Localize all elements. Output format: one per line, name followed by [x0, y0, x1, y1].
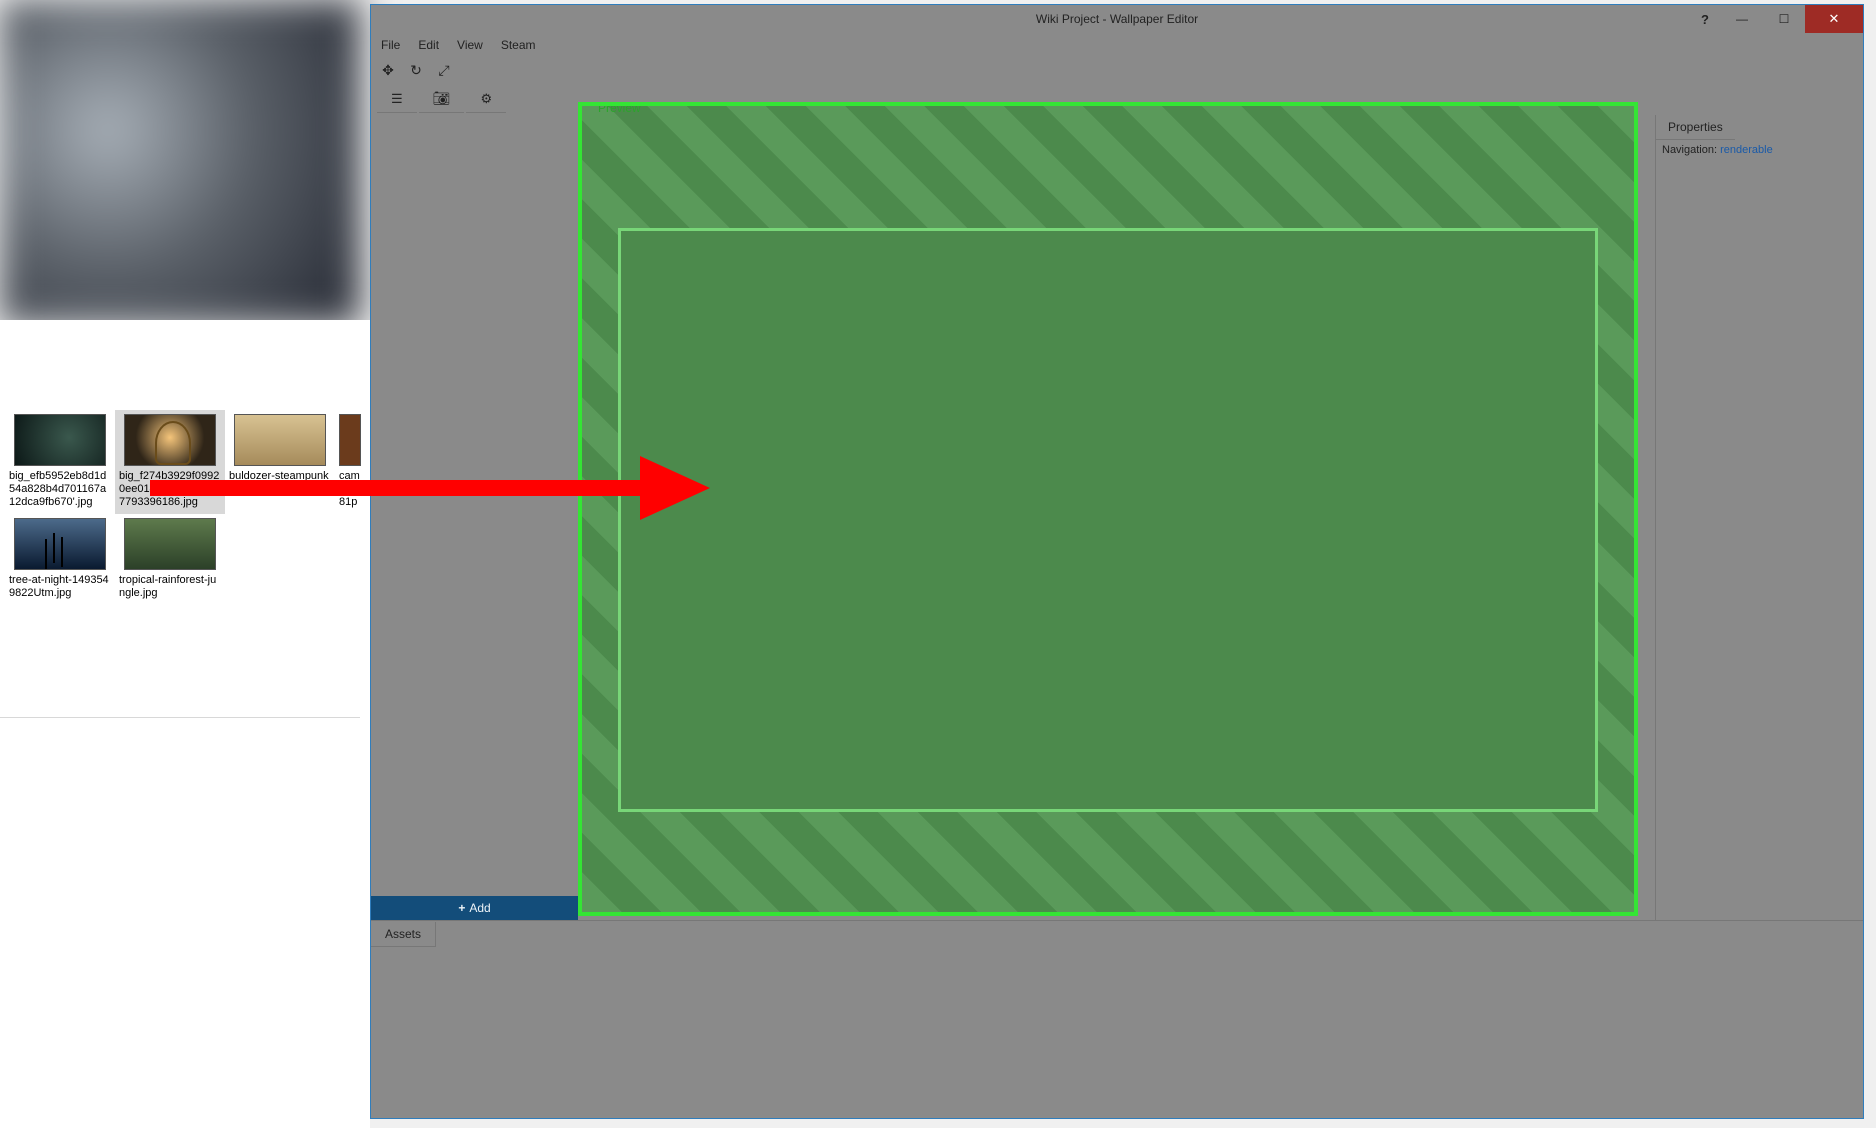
- menu-edit[interactable]: Edit: [418, 38, 439, 52]
- menu-bar: File Edit View Steam: [371, 33, 1863, 57]
- drop-inner: [618, 228, 1598, 812]
- assets-panel: [371, 948, 1863, 1118]
- scale-icon[interactable]: ⤢: [435, 62, 453, 79]
- file-item[interactable]: tree-at-night-1493549822Utm.jpg: [5, 514, 115, 604]
- file-label: tree-at-night-1493549822Utm.jpg: [9, 574, 111, 600]
- assets-bar: Assets: [371, 920, 1863, 948]
- thumbnail: [339, 414, 361, 466]
- thumbnail: [14, 518, 106, 570]
- file-label: big_efb5952eb8d1d54a828b4d701167a12dca9f…: [9, 470, 111, 510]
- file-explorer-panel: big_efb5952eb8d1d54a828b4d701167a12dca9f…: [0, 320, 370, 1128]
- window-controls: ? — ☐ ✕: [1689, 5, 1863, 33]
- file-item[interactable]: tropical-rainforest-jungle.jpg: [115, 514, 225, 604]
- window-title: Wiki Project - Wallpaper Editor: [1036, 12, 1198, 26]
- maximize-button[interactable]: ☐: [1763, 5, 1805, 33]
- thumbnail: [234, 414, 326, 466]
- assets-tab[interactable]: Assets: [371, 922, 436, 947]
- close-button[interactable]: ✕: [1805, 5, 1863, 33]
- desktop-background: [0, 0, 360, 325]
- title-bar[interactable]: Wiki Project - Wallpaper Editor ? — ☐ ✕: [371, 5, 1863, 33]
- add-button[interactable]: + Add: [371, 896, 578, 920]
- menu-view[interactable]: View: [457, 38, 483, 52]
- divider: [0, 717, 360, 718]
- file-label: buldozer-steampunk-wallpaper.jpg: [229, 470, 331, 496]
- drop-zone[interactable]: Preview: [578, 102, 1638, 916]
- thumbnail: [14, 414, 106, 466]
- navigation-label: Navigation:: [1662, 144, 1717, 156]
- menu-file[interactable]: File: [381, 38, 400, 52]
- add-label: Add: [469, 901, 490, 915]
- move-icon[interactable]: ✥: [379, 62, 397, 79]
- file-item[interactable]: big_f274b3929f09920ee014aa0b5c8880779339…: [115, 410, 225, 514]
- preview-tab[interactable]: Preview: [584, 102, 655, 118]
- plus-icon: +: [458, 901, 465, 915]
- toolbar: ✥ ↻ ⤢: [371, 57, 1863, 83]
- navigation-line: Navigation: renderable: [1656, 140, 1863, 160]
- navigation-link[interactable]: renderable: [1720, 144, 1773, 156]
- file-item[interactable]: camp5381p: [335, 410, 365, 514]
- menu-steam[interactable]: Steam: [501, 38, 536, 52]
- minimize-button[interactable]: —: [1721, 5, 1763, 33]
- layers-panel: + Add: [371, 115, 578, 920]
- camera-icon[interactable]: 📷︎: [419, 85, 465, 113]
- file-label: tropical-rainforest-jungle.jpg: [119, 574, 221, 600]
- thumbnail: [124, 518, 216, 570]
- editor-body: + Add Preview Properties Navigation: ren…: [371, 115, 1863, 920]
- help-button[interactable]: ?: [1689, 5, 1721, 33]
- properties-panel: Properties Navigation: renderable: [1655, 115, 1863, 920]
- properties-tab[interactable]: Properties: [1656, 115, 1735, 140]
- list-icon[interactable]: ☰: [377, 86, 417, 113]
- gear-icon[interactable]: ⚙: [466, 86, 506, 113]
- thumbnail: [124, 414, 216, 466]
- file-item[interactable]: buldozer-steampunk-wallpaper.jpg: [225, 410, 335, 514]
- file-item[interactable]: big_efb5952eb8d1d54a828b4d701167a12dca9f…: [5, 410, 115, 514]
- rotate-icon[interactable]: ↻: [407, 62, 425, 79]
- editor-window: Wiki Project - Wallpaper Editor ? — ☐ ✕ …: [370, 4, 1864, 1119]
- file-grid: big_efb5952eb8d1d54a828b4d701167a12dca9f…: [5, 410, 370, 604]
- file-label: big_f274b3929f09920ee014aa0b5c8880779339…: [119, 470, 221, 510]
- preview-panel: Preview: [578, 115, 1655, 920]
- file-label: camp5381p: [339, 470, 361, 510]
